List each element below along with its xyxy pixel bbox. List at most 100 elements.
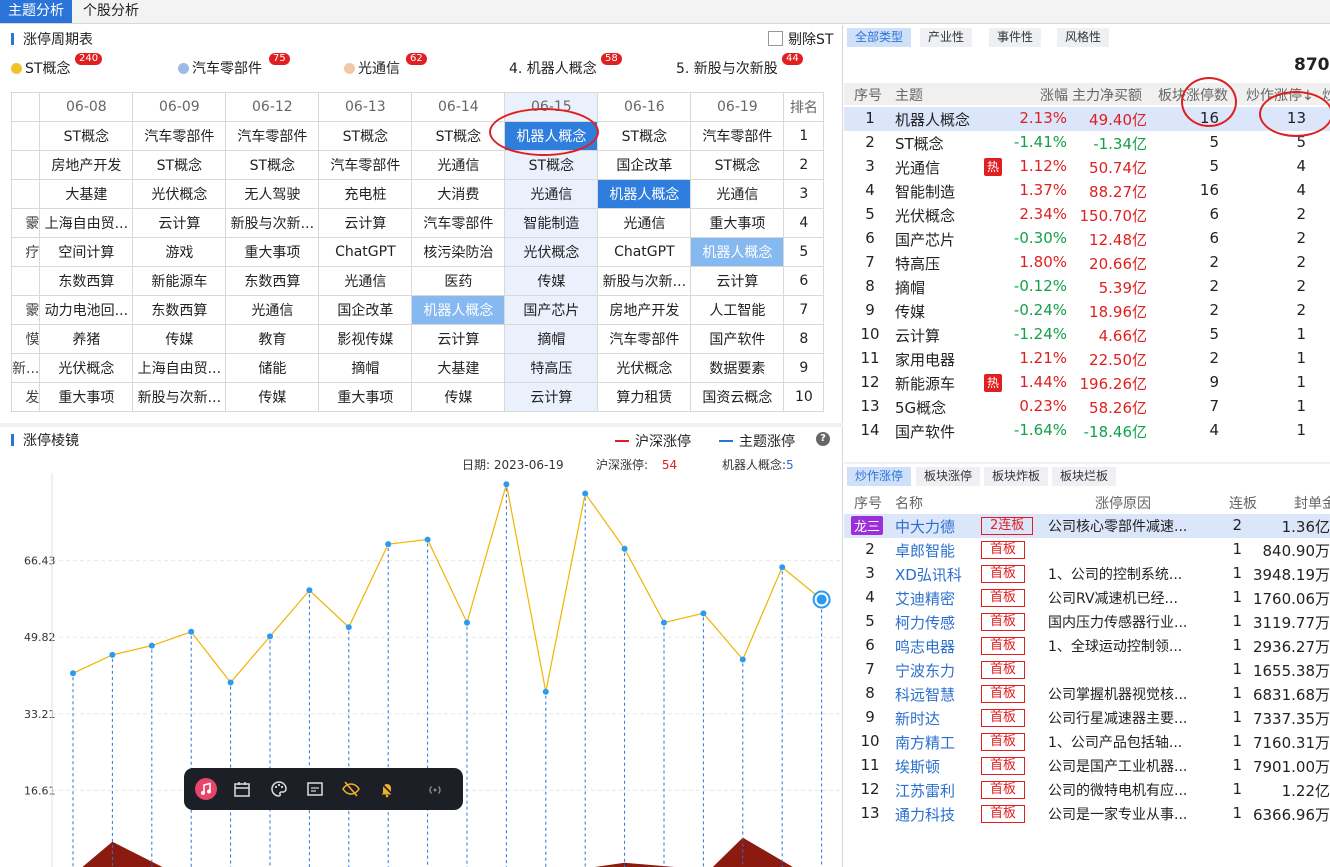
- eye-off-icon[interactable]: [340, 778, 362, 800]
- music-icon[interactable]: [195, 778, 217, 800]
- stock-row[interactable]: 7 宁波东力 首板 1 1655.38万: [844, 658, 1330, 682]
- stock-row[interactable]: 11 埃斯顿 首板 公司是国产工业机器... 1 7901.00万: [844, 754, 1330, 778]
- theme-name[interactable]: 光通信: [895, 157, 940, 178]
- limit-reason[interactable]: 1、公司产品包括轴...: [1048, 732, 1182, 752]
- bell-off-icon[interactable]: [376, 778, 398, 800]
- theme-cell[interactable]: 新股与次新...: [132, 382, 227, 412]
- stock-row[interactable]: 5 柯力传感 首板 国内压力传感器行业... 1 3119.77万: [844, 610, 1330, 634]
- stock-row[interactable]: 3 XD弘讯科 首板 1、公司的控制系统... 1 3948.19万: [844, 562, 1330, 586]
- tab-stock-analysis[interactable]: 个股分析: [75, 0, 147, 23]
- palette-icon[interactable]: [268, 778, 290, 800]
- tab-sector-broken[interactable]: 板块炸板: [984, 467, 1049, 486]
- theme-cell[interactable]: 机器人概念: [411, 295, 506, 325]
- tab-sector-weak[interactable]: 板块烂板: [1052, 467, 1117, 486]
- theme-cell[interactable]: 汽车零部件: [225, 121, 320, 151]
- theme-cell[interactable]: 国企改革: [597, 150, 692, 180]
- theme-name[interactable]: 摘帽: [895, 277, 925, 298]
- theme-cell[interactable]: ST概念: [597, 121, 692, 151]
- stock-row[interactable]: 2 卓郎智能 首板 1 840.90万: [844, 538, 1330, 562]
- theme-cell[interactable]: 摘帽: [504, 324, 599, 354]
- stock-name[interactable]: 卓郎智能: [895, 540, 955, 561]
- theme-cell[interactable]: 光通信: [225, 295, 320, 325]
- stock-name[interactable]: 埃斯顿: [895, 756, 940, 777]
- theme-cell[interactable]: 摘帽: [318, 353, 413, 383]
- theme-row[interactable]: 11 家用电器 1.21% 22.50亿 2 1: [844, 347, 1330, 371]
- theme-cell[interactable]: 光伏概念: [597, 353, 692, 383]
- theme-cell[interactable]: 重大事项: [225, 237, 320, 267]
- stock-name[interactable]: XD弘讯科: [895, 564, 962, 585]
- theme-cell[interactable]: 上海自由贸...: [39, 208, 134, 238]
- calendar-icon[interactable]: [231, 778, 253, 800]
- theme-cell[interactable]: ChatGPT: [318, 237, 413, 267]
- theme-cell[interactable]: 数据要素: [690, 353, 785, 383]
- theme-name[interactable]: ST概念: [895, 133, 944, 154]
- theme-cell[interactable]: 云计算: [132, 208, 227, 238]
- theme-cell[interactable]: 充电桩: [318, 179, 413, 209]
- theme-name[interactable]: 家用电器: [895, 349, 955, 370]
- exclude-st-checkbox[interactable]: 剔除ST: [768, 29, 833, 49]
- stock-name[interactable]: 中大力德: [895, 516, 955, 537]
- theme-cell[interactable]: 汽车零部件: [132, 121, 227, 151]
- tab-event[interactable]: 事件性: [989, 28, 1042, 47]
- theme-name[interactable]: 5G概念: [895, 397, 946, 418]
- col-amount[interactable]: 封单金额: [1294, 493, 1330, 513]
- broadcast-icon[interactable]: [424, 778, 446, 800]
- theme-cell[interactable]: 光伏概念: [504, 237, 599, 267]
- theme-cell[interactable]: ST概念: [318, 121, 413, 151]
- stock-row[interactable]: 6 鸣志电器 首板 1、全球运动控制领... 1 2936.27万: [844, 634, 1330, 658]
- theme-cell[interactable]: ST概念: [39, 121, 134, 151]
- theme-cell[interactable]: 汽车零部件: [318, 150, 413, 180]
- stock-name[interactable]: 鸣志电器: [895, 636, 955, 657]
- stock-row[interactable]: 8 科远智慧 首板 公司掌握机器视觉核... 1 6831.68万: [844, 682, 1330, 706]
- theme-cell[interactable]: 东数西算: [39, 266, 134, 296]
- theme-row[interactable]: 13 5G概念 0.23% 58.26亿 7 1: [844, 395, 1330, 419]
- theme-cell[interactable]: 重大事项: [690, 208, 785, 238]
- theme-cell[interactable]: 传媒: [504, 266, 599, 296]
- theme-cell[interactable]: 核污染防治: [411, 237, 506, 267]
- theme-row[interactable]: 9 传媒 -0.24% 18.96亿 2 2: [844, 299, 1330, 323]
- stock-name[interactable]: 柯力传感: [895, 612, 955, 633]
- tab-hype-limit[interactable]: 炒作涨停: [847, 467, 912, 486]
- limit-reason[interactable]: 公司核心零部件减速...: [1048, 516, 1187, 536]
- legend-item-auto-parts[interactable]: 汽车零部件 75: [178, 53, 290, 78]
- theme-cell[interactable]: 重大事项: [39, 382, 134, 412]
- theme-cell[interactable]: 算力租赁: [597, 382, 692, 412]
- stock-row[interactable]: 10 南方精工 首板 1、公司产品包括轴... 1 7160.31万: [844, 730, 1330, 754]
- theme-cell[interactable]: 云计算: [690, 266, 785, 296]
- theme-cell[interactable]: 游戏: [132, 237, 227, 267]
- screen-icon[interactable]: [304, 778, 326, 800]
- theme-cell[interactable]: 养猪: [39, 324, 134, 354]
- theme-cell[interactable]: 国产芯片: [504, 295, 599, 325]
- limit-reason[interactable]: 公司掌握机器视觉核...: [1048, 684, 1187, 704]
- col-change[interactable]: 涨幅: [1040, 85, 1068, 105]
- theme-row[interactable]: 3 光通信 热 1.12% 50.74亿 5 4: [844, 155, 1330, 179]
- stock-row[interactable]: 9 新时达 首板 公司行星减速器主要... 1 7337.35万: [844, 706, 1330, 730]
- limit-reason[interactable]: 公司是国产工业机器...: [1048, 756, 1187, 776]
- theme-name[interactable]: 传媒: [895, 301, 925, 322]
- stock-name[interactable]: 艾迪精密: [895, 588, 955, 609]
- theme-cell[interactable]: 教育: [225, 324, 320, 354]
- theme-cell[interactable]: 机器人概念: [597, 179, 692, 209]
- theme-row[interactable]: 14 国产软件 -1.64% -18.46亿 4 1: [844, 419, 1330, 443]
- theme-cell[interactable]: ST概念: [690, 150, 785, 180]
- theme-cell[interactable]: 重大事项: [318, 382, 413, 412]
- legend-item-new-stock[interactable]: 5. 新股与次新股 44: [676, 53, 803, 78]
- tab-style[interactable]: 风格性: [1057, 28, 1110, 47]
- tab-sector-limit[interactable]: 板块涨停: [916, 467, 981, 486]
- theme-cell[interactable]: 特高压: [504, 353, 599, 383]
- theme-cell[interactable]: ST概念: [225, 150, 320, 180]
- theme-cell[interactable]: 国资云概念: [690, 382, 785, 412]
- limit-reason[interactable]: 公司行星减速器主要...: [1048, 708, 1187, 728]
- stock-row[interactable]: 龙三 中大力德 2连板 公司核心零部件减速... 2 1.36亿: [844, 514, 1330, 538]
- limit-reason[interactable]: 1、公司的控制系统...: [1048, 564, 1182, 584]
- theme-cell[interactable]: 大基建: [411, 353, 506, 383]
- col-net-buy[interactable]: 主力净买额: [1072, 85, 1142, 105]
- theme-cell[interactable]: 新能源车: [132, 266, 227, 296]
- theme-cell[interactable]: 东数西算: [225, 266, 320, 296]
- theme-cell[interactable]: 储能: [225, 353, 320, 383]
- theme-cell[interactable]: 影视传媒: [318, 324, 413, 354]
- theme-cell[interactable]: 汽车零部件: [411, 208, 506, 238]
- theme-cell[interactable]: 光伏概念: [39, 353, 134, 383]
- theme-cell[interactable]: 机器人概念: [690, 237, 785, 267]
- col-boards[interactable]: 连板: [1229, 493, 1257, 513]
